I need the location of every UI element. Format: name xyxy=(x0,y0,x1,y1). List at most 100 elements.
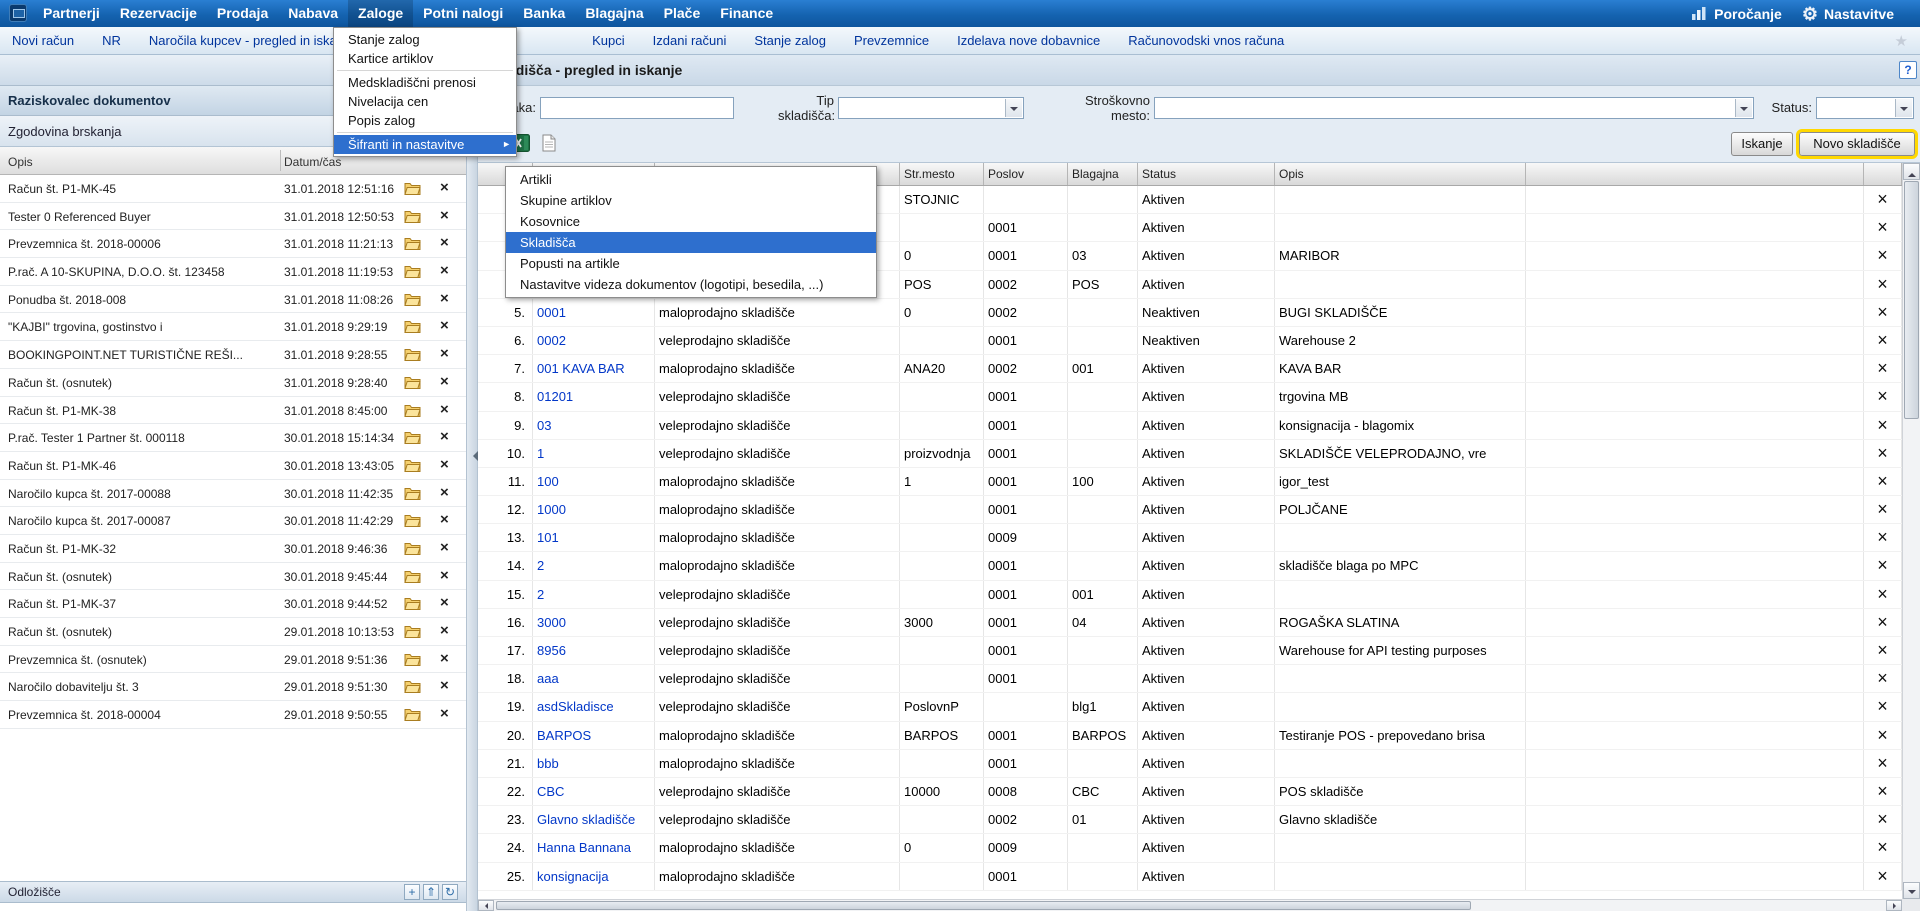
delete-history-icon[interactable]: × xyxy=(440,511,449,528)
delete-history-icon[interactable]: × xyxy=(440,705,449,722)
history-item-description[interactable]: P.rač. A 10-SKUPINA, D.O.O. št. 123458 xyxy=(8,265,274,279)
history-item-description[interactable]: Račun št. (osnutek) xyxy=(8,376,274,390)
delete-warehouse-icon[interactable]: × xyxy=(1864,693,1902,721)
delete-warehouse-icon[interactable]: × xyxy=(1864,637,1902,665)
warehouse-code-link[interactable]: 3000 xyxy=(533,608,655,636)
menu-item-nastavitve-videza-dokumentov-logotipi-besedila[interactable]: Nastavitve videza dokumentov (logotipi, … xyxy=(506,274,876,295)
warehouse-code-link[interactable]: 01201 xyxy=(533,383,655,411)
delete-warehouse-icon[interactable]: × xyxy=(1864,552,1902,580)
delete-history-icon[interactable]: × xyxy=(440,345,449,362)
reports-menu[interactable]: Poročanje xyxy=(1691,6,1782,22)
menu-item-artikli[interactable]: Artikli xyxy=(506,169,876,190)
toolbar-link-izdelava-nove-dobavnice[interactable]: Izdelava nove dobavnice xyxy=(957,33,1100,48)
delete-warehouse-icon[interactable]: × xyxy=(1864,862,1902,890)
history-item-description[interactable]: Naročilo dobavitelju št. 3 xyxy=(8,680,274,694)
menubar-item-pla-e[interactable]: Plače xyxy=(654,0,711,27)
warehouse-type-select[interactable] xyxy=(838,97,1024,119)
delete-warehouse-icon[interactable]: × xyxy=(1864,524,1902,552)
warehouse-code-link[interactable]: CBC xyxy=(533,777,655,806)
open-folder-icon[interactable] xyxy=(404,653,422,667)
menu-item-skladi-a[interactable]: Skladišča xyxy=(506,232,876,253)
toolbar-link-naro-ila-kupcev-pregled-in-iskanje[interactable]: Naročila kupcev - pregled in iskanje xyxy=(149,33,354,48)
delete-history-icon[interactable]: × xyxy=(440,484,449,501)
delete-warehouse-icon[interactable]: × xyxy=(1864,496,1902,524)
history-item-description[interactable]: Račun št. P1-MK-38 xyxy=(8,404,274,418)
warehouse-code-link[interactable]: 2 xyxy=(533,552,655,580)
menubar-item-prodaja[interactable]: Prodaja xyxy=(207,0,278,27)
history-item-description[interactable]: "KAJBI" trgovina, gostinstvo i xyxy=(8,320,274,334)
history-item-description[interactable]: Tester 0 Referenced Buyer xyxy=(8,210,274,224)
history-item-description[interactable]: Račun št. P1-MK-37 xyxy=(8,597,274,611)
vertical-scrollbar[interactable] xyxy=(1902,163,1920,899)
menu-item-ifranti-in-nastavitve[interactable]: Šifranti in nastavitve ► xyxy=(334,135,516,154)
menubar-item-potni-nalogi[interactable]: Potni nalogi xyxy=(413,0,513,27)
delete-history-icon[interactable]: × xyxy=(440,290,449,307)
open-folder-icon[interactable] xyxy=(404,487,422,501)
oznaka-input[interactable] xyxy=(540,97,734,119)
scroll-down-icon[interactable] xyxy=(1903,882,1920,899)
warehouse-code-link[interactable]: 100 xyxy=(533,467,655,496)
history-item-description[interactable]: Naročilo kupca št. 2017-00088 xyxy=(8,487,274,501)
delete-history-icon[interactable]: × xyxy=(440,317,449,334)
history-item-description[interactable]: Račun št. P1-MK-45 xyxy=(8,182,274,196)
toolbar-link-nr[interactable]: NR xyxy=(102,33,121,48)
delete-warehouse-icon[interactable]: × xyxy=(1864,608,1902,636)
new-warehouse-button[interactable]: Novo skladišče xyxy=(1796,129,1918,159)
open-folder-icon[interactable] xyxy=(404,293,422,307)
delete-history-icon[interactable]: × xyxy=(440,373,449,390)
warehouse-code-link[interactable]: asdSkladisce xyxy=(533,693,655,721)
scroll-right-icon[interactable] xyxy=(1886,900,1902,911)
cost-center-select[interactable] xyxy=(1154,97,1754,119)
open-folder-icon[interactable] xyxy=(404,459,422,473)
delete-warehouse-icon[interactable]: × xyxy=(1864,777,1902,806)
menubar-item-banka[interactable]: Banka xyxy=(513,0,575,27)
warehouse-code-link[interactable]: Hanna Bannana xyxy=(533,834,655,862)
delete-warehouse-icon[interactable]: × xyxy=(1864,270,1902,298)
warehouse-code-link[interactable]: 0001 xyxy=(533,298,655,326)
menubar-item-finance[interactable]: Finance xyxy=(710,0,783,27)
open-folder-icon[interactable] xyxy=(404,570,422,584)
toolbar-link-ra-unovodski-vnos-ra-una[interactable]: Računovodski vnos računa xyxy=(1128,33,1284,48)
delete-warehouse-icon[interactable]: × xyxy=(1864,298,1902,326)
pin-icon[interactable]: ⇑ xyxy=(423,884,439,900)
warehouse-code-link[interactable]: BARPOS xyxy=(533,721,655,749)
scroll-up-icon[interactable] xyxy=(1903,163,1920,180)
warehouse-code-link[interactable]: Glavno skladišče xyxy=(533,806,655,834)
open-folder-icon[interactable] xyxy=(404,237,422,251)
open-folder-icon[interactable] xyxy=(404,708,422,722)
menu-item-skupine-artiklov[interactable]: Skupine artiklov xyxy=(506,190,876,211)
open-folder-icon[interactable] xyxy=(404,210,422,224)
delete-warehouse-icon[interactable]: × xyxy=(1864,326,1902,355)
delete-warehouse-icon[interactable]: × xyxy=(1864,721,1902,749)
menu-item-kosovnice[interactable]: Kosovnice xyxy=(506,211,876,232)
warehouse-code-link[interactable]: 8956 xyxy=(533,637,655,665)
history-item-description[interactable]: Ponudba št. 2018-008 xyxy=(8,293,274,307)
open-folder-icon[interactable] xyxy=(404,542,422,556)
warehouse-code-link[interactable]: 0002 xyxy=(533,326,655,355)
delete-history-icon[interactable]: × xyxy=(440,650,449,667)
delete-warehouse-icon[interactable]: × xyxy=(1864,214,1902,242)
delete-history-icon[interactable]: × xyxy=(440,594,449,611)
delete-history-icon[interactable]: × xyxy=(440,622,449,639)
history-item-description[interactable]: Prevzemnica št. (osnutek) xyxy=(8,653,274,667)
delete-history-icon[interactable]: × xyxy=(440,567,449,584)
delete-warehouse-icon[interactable]: × xyxy=(1864,439,1902,467)
refresh-icon[interactable]: ↻ xyxy=(442,884,458,900)
history-item-description[interactable]: BOOKINGPOINT.NET TURISTIČNE REŠI... xyxy=(8,348,274,362)
delete-history-icon[interactable]: × xyxy=(440,539,449,556)
status-select[interactable] xyxy=(1816,97,1914,119)
menu-item-medskladi-ni-prenosi[interactable]: Medskladiščni prenosi xyxy=(334,73,516,92)
delete-warehouse-icon[interactable]: × xyxy=(1864,242,1902,270)
toolbar-link-prevzemnice[interactable]: Prevzemnice xyxy=(854,33,929,48)
open-folder-icon[interactable] xyxy=(404,348,422,362)
delete-warehouse-icon[interactable]: × xyxy=(1864,834,1902,862)
warehouse-code-link[interactable]: 1 xyxy=(533,439,655,467)
history-item-description[interactable]: Račun št. P1-MK-32 xyxy=(8,542,274,556)
delete-history-icon[interactable]: × xyxy=(440,234,449,251)
menu-item-nivelacija-cen[interactable]: Nivelacija cen xyxy=(334,92,516,111)
warehouse-code-link[interactable]: bbb xyxy=(533,749,655,777)
add-icon[interactable]: + xyxy=(404,884,420,900)
document-icon[interactable] xyxy=(540,134,558,152)
warehouse-code-link[interactable]: konsignacija xyxy=(533,862,655,890)
app-logo-icon[interactable] xyxy=(9,4,27,22)
